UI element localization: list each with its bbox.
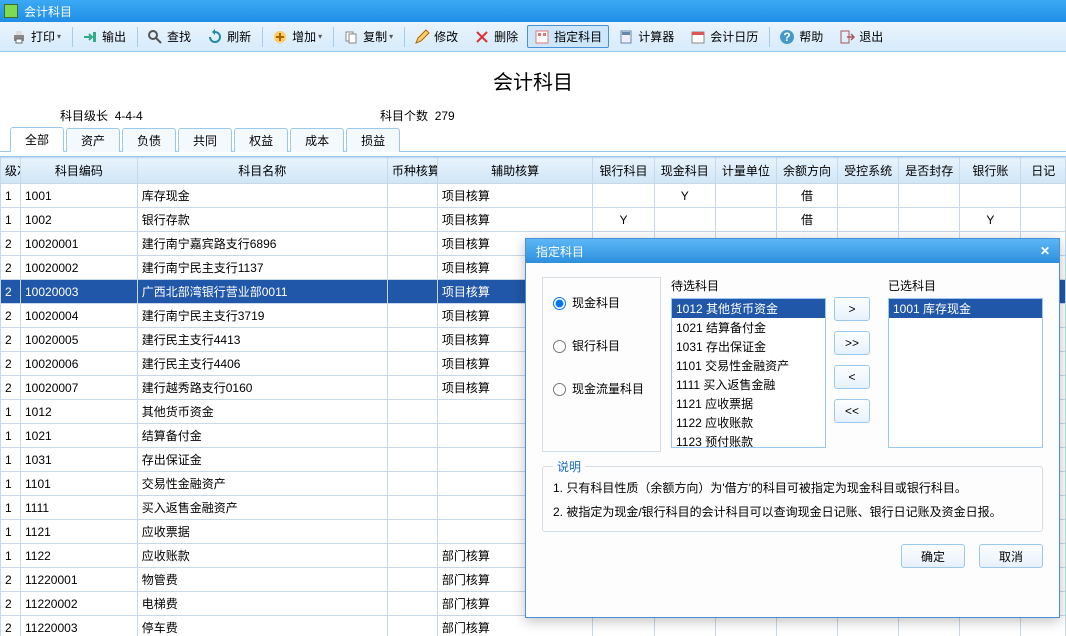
radio-cash[interactable]: 现金科目	[553, 294, 650, 311]
column-header[interactable]: 银行科目	[593, 158, 654, 184]
calculator-icon	[618, 29, 634, 45]
selected-listbox[interactable]: 1001 库存现金	[888, 298, 1043, 448]
refresh-icon	[207, 29, 223, 45]
copy-icon	[343, 29, 359, 45]
list-item[interactable]: 1031 存出保证金	[672, 337, 825, 356]
tab-0[interactable]: 全部	[10, 127, 64, 152]
column-header[interactable]: 辅助核算	[437, 158, 593, 184]
pencil-icon	[414, 29, 430, 45]
radio-flow[interactable]: 现金流量科目	[553, 380, 650, 397]
tab-5[interactable]: 成本	[290, 128, 344, 152]
svg-text:?: ?	[784, 30, 791, 44]
column-header[interactable]: 日记	[1021, 158, 1066, 184]
description-box: 说明 1. 只有科目性质（余额方向）为'借方'的科目可被指定为现金科目或银行科目…	[542, 466, 1043, 532]
count-label: 科目个数	[380, 109, 428, 123]
ok-button[interactable]: 确定	[901, 544, 965, 568]
tab-bar: 全部资产负债共同权益成本损益	[0, 130, 1066, 152]
exit-icon	[839, 29, 855, 45]
list-item[interactable]: 1001 库存现金	[889, 299, 1042, 318]
print-button[interactable]: 打印▾	[4, 25, 68, 48]
dropdown-icon: ▾	[389, 32, 393, 41]
list-item[interactable]: 1012 其他货币资金	[672, 299, 825, 318]
list-item[interactable]: 1123 预付账款	[672, 432, 825, 448]
export-icon	[82, 29, 98, 45]
count-value: 279	[435, 109, 455, 123]
description-line-2: 2. 被指定为现金/银行科目的会计科目可以查询现金日记账、银行日记账及资金日报。	[553, 503, 1032, 521]
calc-button[interactable]: 计算器	[611, 25, 681, 48]
assign-dialog: 指定科目 ✕ 现金科目 银行科目 现金流量科目 待选科目 1012 其他货币资金…	[525, 238, 1060, 618]
level-label: 科目级长	[60, 109, 108, 123]
column-header[interactable]: 科目编码	[21, 158, 138, 184]
tab-2[interactable]: 负债	[122, 128, 176, 152]
close-icon[interactable]: ✕	[1037, 243, 1053, 259]
app-icon	[4, 4, 18, 18]
calendar-icon	[690, 29, 706, 45]
dialog-title: 指定科目	[536, 243, 584, 260]
pending-label: 待选科目	[671, 277, 826, 294]
cancel-button[interactable]: 取消	[979, 544, 1043, 568]
tab-6[interactable]: 损益	[346, 128, 400, 152]
dropdown-icon: ▾	[318, 32, 322, 41]
level-value: 4-4-4	[115, 109, 143, 123]
column-header[interactable]: 银行账	[960, 158, 1021, 184]
tab-4[interactable]: 权益	[234, 128, 288, 152]
page-title: 会计科目	[0, 66, 1066, 95]
search-icon	[147, 29, 163, 45]
help-icon: ?	[779, 29, 795, 45]
column-header[interactable]: 余额方向	[776, 158, 837, 184]
column-header[interactable]: 现金科目	[654, 158, 715, 184]
radio-bank[interactable]: 银行科目	[553, 337, 650, 354]
description-title: 说明	[553, 458, 585, 475]
table-row[interactable]: 11001库存现金项目核算Y借	[1, 184, 1066, 208]
help-button[interactable]: ?帮助	[772, 25, 830, 48]
refresh-button[interactable]: 刷新	[200, 25, 258, 48]
description-line-1: 1. 只有科目性质（余额方向）为'借方'的科目可被指定为现金科目或银行科目。	[553, 479, 1032, 497]
plus-icon	[272, 29, 288, 45]
copy-button[interactable]: 复制▾	[336, 25, 400, 48]
column-header[interactable]: 币种核算	[387, 158, 437, 184]
find-button[interactable]: 查找	[140, 25, 198, 48]
column-header[interactable]: 级次	[1, 158, 21, 184]
exit-button[interactable]: 退出	[832, 25, 890, 48]
delete-button[interactable]: 删除	[467, 25, 525, 48]
column-header[interactable]: 受控系统	[838, 158, 899, 184]
add-button[interactable]: 增加▾	[265, 25, 329, 48]
tab-1[interactable]: 资产	[66, 128, 120, 152]
assign-button[interactable]: 指定科目	[527, 25, 609, 48]
column-header[interactable]: 计量单位	[715, 158, 776, 184]
app-title: 会计科目	[24, 3, 72, 20]
title-bar: 会计科目	[0, 0, 1066, 22]
pending-listbox[interactable]: 1012 其他货币资金1021 结算备付金1031 存出保证金1101 交易性金…	[671, 298, 826, 448]
move-left-button[interactable]: <	[834, 365, 870, 389]
move-all-right-button[interactable]: >>	[834, 331, 870, 355]
move-all-left-button[interactable]: <<	[834, 399, 870, 423]
list-item[interactable]: 1121 应收票据	[672, 394, 825, 413]
dropdown-icon: ▾	[57, 32, 61, 41]
list-item[interactable]: 1021 结算备付金	[672, 318, 825, 337]
list-item[interactable]: 1111 买入返售金融	[672, 375, 825, 394]
list-item[interactable]: 1122 应收账款	[672, 413, 825, 432]
radio-group: 现金科目 银行科目 现金流量科目	[542, 277, 661, 452]
toolbar: 打印▾ 输出 查找 刷新 增加▾ 复制▾ 修改 删除 指定科目 计算器 会计日历…	[0, 22, 1066, 52]
dialog-titlebar[interactable]: 指定科目 ✕	[526, 239, 1059, 263]
export-button[interactable]: 输出	[75, 25, 133, 48]
edit-button[interactable]: 修改	[407, 25, 465, 48]
table-row[interactable]: 11002银行存款项目核算Y借Y	[1, 208, 1066, 232]
column-header[interactable]: 是否封存	[899, 158, 960, 184]
tab-3[interactable]: 共同	[178, 128, 232, 152]
calendar-button[interactable]: 会计日历	[683, 25, 765, 48]
printer-icon	[11, 29, 27, 45]
list-item[interactable]: 1101 交易性金融资产	[672, 356, 825, 375]
column-header[interactable]: 科目名称	[137, 158, 387, 184]
header-area: 会计科目 科目级长 4-4-4 科目个数 279 全部资产负债共同权益成本损益	[0, 52, 1066, 156]
selected-label: 已选科目	[888, 277, 1043, 294]
assign-icon	[534, 29, 550, 45]
delete-icon	[474, 29, 490, 45]
move-right-button[interactable]: >	[834, 297, 870, 321]
